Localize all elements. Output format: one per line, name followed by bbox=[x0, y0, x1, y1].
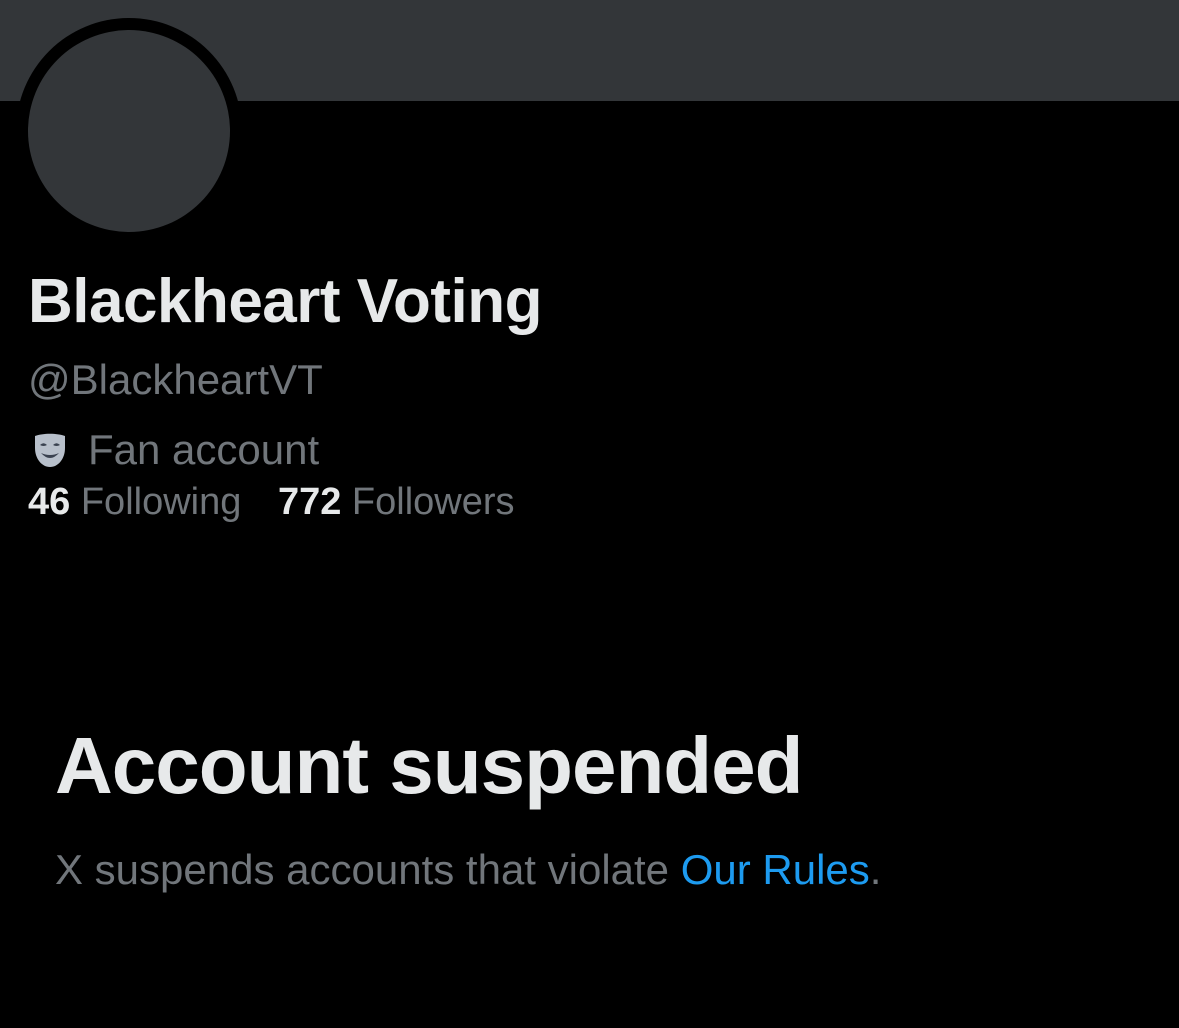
following-count: 46 bbox=[28, 481, 71, 523]
theater-mask-icon bbox=[30, 430, 70, 470]
followers-label: Followers bbox=[351, 481, 515, 523]
follow-stats: 46 Following 772 Followers bbox=[28, 481, 541, 524]
display-name: Blackheart Voting bbox=[28, 267, 543, 336]
our-rules-link[interactable]: Our Rules bbox=[681, 846, 870, 893]
followers-count: 772 bbox=[277, 481, 342, 523]
user-handle: @BlackheartVT bbox=[28, 356, 323, 403]
followers-link[interactable]: 772 Followers bbox=[278, 481, 515, 524]
suspension-description-period: . bbox=[869, 846, 882, 893]
following-link[interactable]: 46 Following bbox=[28, 481, 241, 524]
avatar[interactable] bbox=[28, 30, 230, 232]
suspension-description-text: X suspends accounts that violate bbox=[55, 846, 681, 893]
following-label: Following bbox=[80, 481, 242, 523]
suspension-title: Account suspended bbox=[55, 721, 804, 810]
suspension-description: X suspends accounts that violate Our Rul… bbox=[55, 846, 881, 894]
affiliation-label: Fan account bbox=[30, 426, 319, 474]
affiliation-text: Fan account bbox=[88, 426, 320, 473]
